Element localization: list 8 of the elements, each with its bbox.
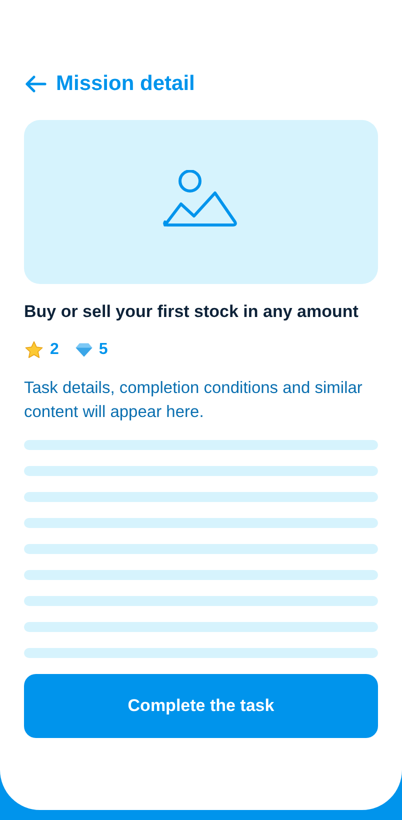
mission-description: Task details, completion conditions and similar content will appear here.	[24, 378, 364, 423]
page-title: Mission detail	[56, 71, 195, 98]
reward-amount: 2	[50, 340, 59, 360]
mission-title: Buy or sell your first stock in any amount	[24, 301, 360, 323]
star-icon	[24, 340, 44, 360]
diamond-icon	[74, 342, 93, 358]
reward-amount: 5	[98, 340, 108, 360]
complete-button[interactable]: Complete the task	[24, 674, 378, 738]
